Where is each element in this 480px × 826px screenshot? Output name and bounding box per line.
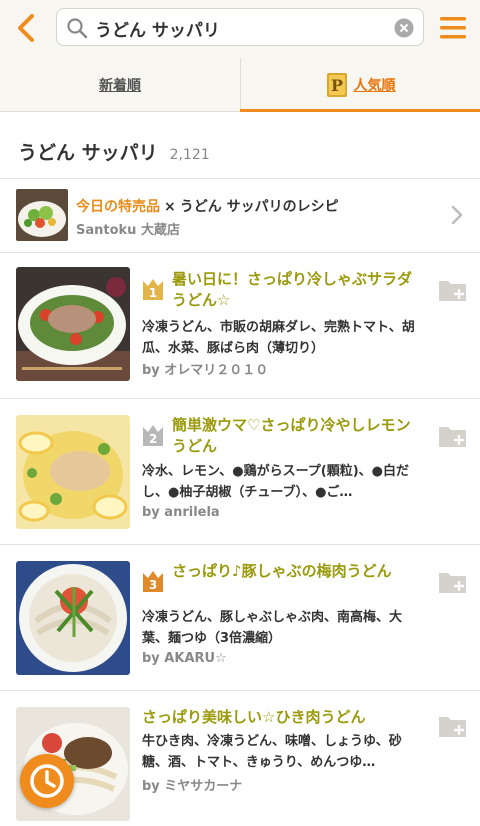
chevron-right-icon	[451, 205, 463, 225]
promo-thumbnail	[16, 189, 68, 241]
add-to-folder-icon[interactable]	[438, 569, 468, 595]
tab-newest[interactable]: 新着順	[0, 58, 240, 112]
results-title: うどん サッパリ	[18, 142, 158, 164]
recipe-thumbnail	[16, 561, 130, 675]
svg-text:3: 3	[149, 578, 157, 592]
add-to-folder-icon[interactable]	[438, 713, 468, 739]
active-tab-indicator	[240, 109, 480, 112]
recipe-title[interactable]: 暑い日に！さっぱり冷しゃぶサラダうどん☆	[172, 269, 422, 311]
back-arrow-icon[interactable]	[12, 10, 42, 46]
premium-p-icon: P	[326, 73, 347, 97]
add-to-folder-icon[interactable]	[438, 423, 468, 449]
promo-title: 今日の特売品 × うどん サッパリのレシピ	[76, 196, 339, 216]
hamburger-menu-icon[interactable]	[438, 14, 468, 42]
recipe-thumbnail	[16, 415, 130, 529]
recipe-item-1[interactable]: 1 暑い日に！さっぱり冷しゃぶサラダうどん☆ 冷凍うどん、市販の胡麻ダレ、完熟ト…	[0, 253, 480, 399]
recipe-author: by AKARU☆	[142, 651, 227, 666]
recipe-title[interactable]: 簡単激ウマ♡さっぱり冷やしレモンうどん	[172, 415, 422, 457]
tab-popular[interactable]: P 人気順	[240, 58, 480, 112]
recipe-title[interactable]: さっぱり♪豚しゃぶの梅肉うどん	[172, 561, 422, 582]
tab-popular-label: 人気順	[353, 78, 396, 94]
rank-3-crown-icon: 3	[143, 571, 163, 592]
search-query: うどん サッパリ	[95, 21, 220, 41]
promo-sale-label: 今日の特売品	[76, 199, 160, 215]
recipe-item-2[interactable]: 2 簡単激ウマ♡さっぱり冷やしレモンうどん 冷水、レモン、●鶏がらスープ(顆粒)…	[0, 399, 480, 545]
recipe-thumbnail	[16, 267, 130, 381]
svg-text:P: P	[330, 76, 342, 95]
sale-promo-row[interactable]: 今日の特売品 × うどん サッパリのレシピ Santoku 大蔵店	[0, 178, 480, 253]
recipe-ingredients: 牛ひき肉、冷凍うどん、味噌、しょうゆ、砂糖、酒、トマト、きゅうり、めんつゆ…	[142, 734, 402, 770]
rank-2-crown-icon: 2	[143, 425, 163, 446]
sort-tabs: 新着順 P 人気順	[0, 58, 480, 112]
recipe-author: by anrilela	[142, 505, 220, 520]
promo-connector: ×	[164, 199, 176, 215]
recipe-author: by オレマリ２０１０	[142, 363, 269, 378]
clear-icon[interactable]	[394, 18, 414, 38]
top-bar: うどん サッパリ	[0, 0, 480, 58]
recipe-title[interactable]: さっぱり美味しい☆ひき肉うどん	[142, 707, 422, 728]
promo-recipe-text: うどん サッパリのレシピ	[179, 199, 339, 215]
promo-store-name: Santoku 大蔵店	[76, 223, 180, 238]
search-input[interactable]: うどん サッパリ	[56, 8, 424, 46]
recipe-ingredients: 冷凍うどん、市販の胡麻ダレ、完熟トマト、胡瓜、水菜、豚ばら肉（薄切り）	[142, 320, 415, 356]
recipe-ingredients: 冷水、レモン、●鶏がらスープ(顆粒)、●白だし、●柚子胡椒（チューブ）、●ご…	[142, 464, 410, 500]
rank-1-crown-icon: 1	[143, 279, 163, 300]
clock-icon	[30, 764, 64, 798]
svg-text:1: 1	[149, 286, 157, 300]
recipe-author: by ミヤサカーナ	[142, 779, 243, 794]
recipe-ingredients: 冷凍うどん、豚しゃぶしゃぶ肉、南高梅、大葉、麺つゆ（3倍濃縮）	[142, 610, 403, 646]
svg-text:2: 2	[149, 432, 157, 446]
search-icon	[67, 18, 88, 39]
add-to-folder-icon[interactable]	[438, 277, 468, 303]
results-count: 2,121	[169, 147, 210, 163]
tab-newest-label: 新着順	[99, 78, 141, 94]
history-button[interactable]	[20, 754, 74, 808]
recipe-item-3[interactable]: 3 さっぱり♪豚しゃぶの梅肉うどん 冷凍うどん、豚しゃぶしゃぶ肉、南高梅、大葉、…	[0, 545, 480, 691]
results-heading: うどん サッパリ 2,121	[18, 138, 210, 165]
